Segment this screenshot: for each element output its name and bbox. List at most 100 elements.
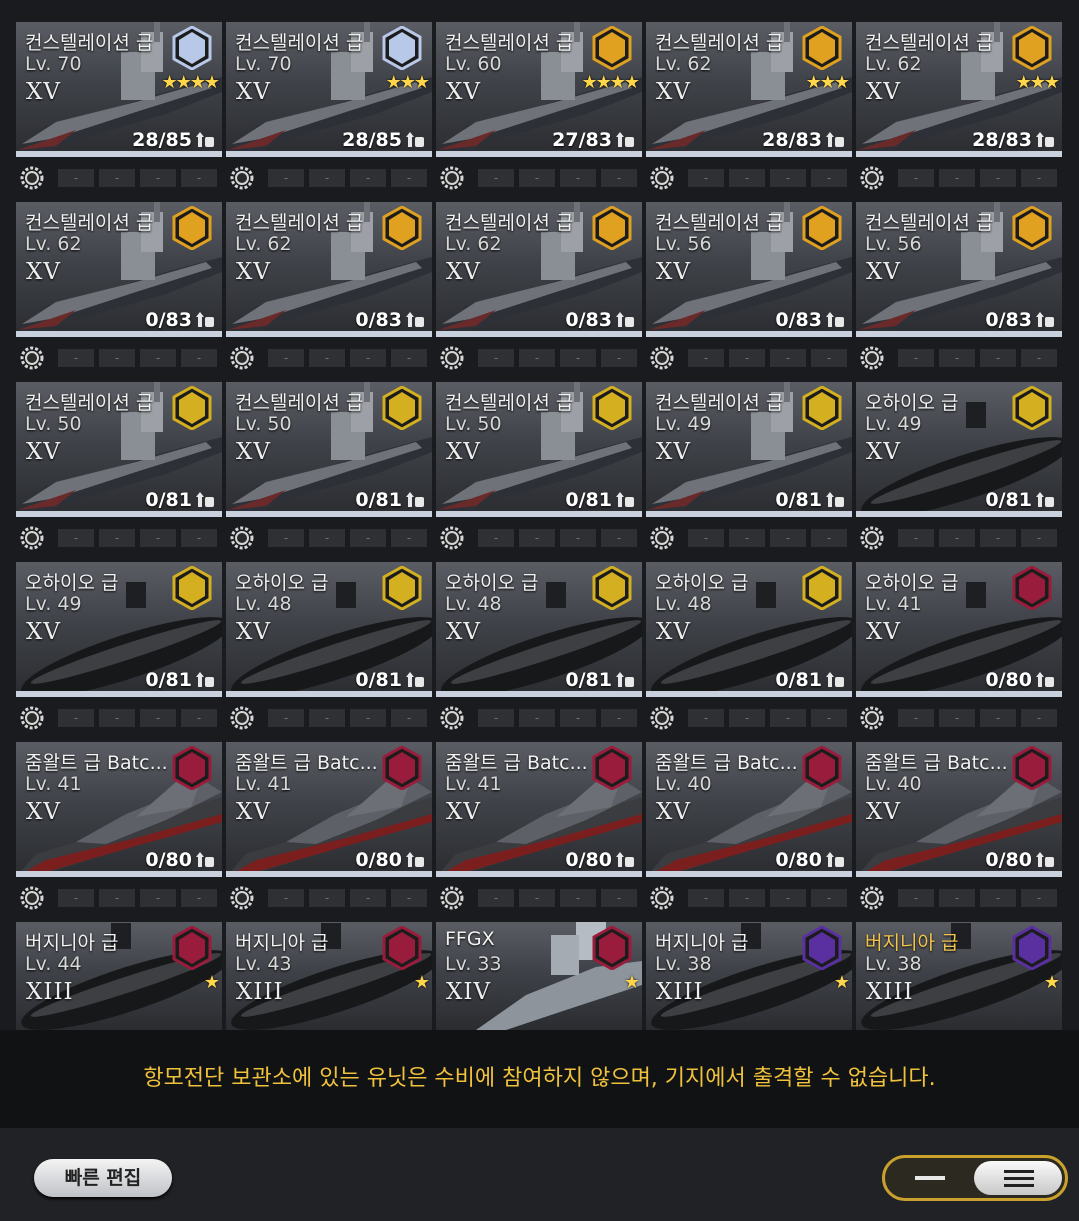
equipment-slot[interactable]: -	[58, 529, 94, 547]
equipment-slot[interactable]: -	[811, 169, 847, 187]
equipment-slot[interactable]: -	[478, 169, 514, 187]
equipment-slot[interactable]: -	[309, 889, 345, 907]
equipment-slot[interactable]: -	[268, 529, 304, 547]
equipment-slot[interactable]: -	[350, 529, 386, 547]
equipment-slot[interactable]: -	[58, 709, 94, 727]
unit-card[interactable]: 줌왈트 급 Batc... Lv. 41 XV 0/80	[16, 742, 222, 877]
equipment-slot[interactable]: -	[350, 349, 386, 367]
gear-icon[interactable]	[439, 525, 465, 551]
equipment-slot[interactable]: -	[601, 529, 637, 547]
equipment-slot[interactable]: -	[898, 169, 934, 187]
single-view-icon[interactable]	[915, 1176, 945, 1180]
gear-icon[interactable]	[229, 165, 255, 191]
equipment-slot[interactable]: -	[519, 529, 555, 547]
gear-icon[interactable]	[859, 165, 885, 191]
view-toggle[interactable]	[882, 1155, 1068, 1201]
gear-icon[interactable]	[19, 165, 45, 191]
unit-card[interactable]: 오하이오 급 Lv. 48 XV 0/81	[646, 562, 852, 697]
gear-icon[interactable]	[229, 705, 255, 731]
unit-card[interactable]: 컨스텔레이션 급 Lv. 60 XV ★★★★ 27/83	[436, 22, 642, 157]
equipment-slot[interactable]: -	[140, 889, 176, 907]
gear-icon[interactable]	[439, 345, 465, 371]
unit-card[interactable]: 컨스텔레이션 급 Lv. 62 XV ★★★ 28/83	[646, 22, 852, 157]
equipment-slot[interactable]: -	[560, 529, 596, 547]
equipment-slot[interactable]: -	[181, 529, 217, 547]
unit-card[interactable]: 줌왈트 급 Batc... Lv. 41 XV 0/80	[226, 742, 432, 877]
equipment-slot[interactable]: -	[729, 709, 765, 727]
unit-card[interactable]: 오하이오 급 Lv. 48 XV 0/81	[436, 562, 642, 697]
unit-card[interactable]: 컨스텔레이션 급 Lv. 70 XV ★★★★ 28/85	[16, 22, 222, 157]
equipment-slot[interactable]: -	[99, 709, 135, 727]
equipment-slot[interactable]: -	[770, 529, 806, 547]
equipment-slot[interactable]: -	[601, 349, 637, 367]
equipment-slot[interactable]: -	[811, 529, 847, 547]
gear-icon[interactable]	[859, 705, 885, 731]
equipment-slot[interactable]: -	[729, 889, 765, 907]
unit-card[interactable]: 버지니아 급 Lv. 44 XIII ★	[16, 922, 222, 1030]
equipment-slot[interactable]: -	[478, 529, 514, 547]
equipment-slot[interactable]: -	[350, 709, 386, 727]
gear-icon[interactable]	[859, 885, 885, 911]
unit-card[interactable]: 버지니아 급 Lv. 38 XIII ★	[856, 922, 1062, 1030]
gear-icon[interactable]	[229, 885, 255, 911]
unit-card[interactable]: 오하이오 급 Lv. 41 XV 0/80	[856, 562, 1062, 697]
equipment-slot[interactable]: -	[939, 169, 975, 187]
equipment-slot[interactable]: -	[181, 349, 217, 367]
equipment-slot[interactable]: -	[391, 169, 427, 187]
equipment-slot[interactable]: -	[811, 709, 847, 727]
equipment-slot[interactable]: -	[58, 169, 94, 187]
equipment-slot[interactable]: -	[939, 349, 975, 367]
equipment-slot[interactable]: -	[1021, 889, 1057, 907]
equipment-slot[interactable]: -	[181, 709, 217, 727]
equipment-slot[interactable]: -	[58, 889, 94, 907]
equipment-slot[interactable]: -	[478, 349, 514, 367]
equipment-slot[interactable]: -	[811, 889, 847, 907]
equipment-slot[interactable]: -	[898, 889, 934, 907]
equipment-slot[interactable]: -	[770, 169, 806, 187]
equipment-slot[interactable]: -	[519, 169, 555, 187]
equipment-slot[interactable]: -	[688, 709, 724, 727]
equipment-slot[interactable]: -	[350, 889, 386, 907]
equipment-slot[interactable]: -	[560, 709, 596, 727]
equipment-slot[interactable]: -	[729, 169, 765, 187]
unit-card[interactable]: 컨스텔레이션 급 Lv. 49 XV 0/81	[646, 382, 852, 517]
gear-icon[interactable]	[439, 885, 465, 911]
gear-icon[interactable]	[859, 345, 885, 371]
equipment-slot[interactable]: -	[181, 889, 217, 907]
gear-icon[interactable]	[19, 345, 45, 371]
equipment-slot[interactable]: -	[898, 709, 934, 727]
equipment-slot[interactable]: -	[770, 709, 806, 727]
equipment-slot[interactable]: -	[729, 349, 765, 367]
unit-card[interactable]: 컨스텔레이션 급 Lv. 50 XV 0/81	[16, 382, 222, 517]
unit-card[interactable]: 컨스텔레이션 급 Lv. 50 XV 0/81	[436, 382, 642, 517]
gear-icon[interactable]	[859, 525, 885, 551]
gear-icon[interactable]	[439, 705, 465, 731]
equipment-slot[interactable]: -	[309, 169, 345, 187]
equipment-slot[interactable]: -	[1021, 169, 1057, 187]
equipment-slot[interactable]: -	[391, 349, 427, 367]
equipment-slot[interactable]: -	[478, 889, 514, 907]
equipment-slot[interactable]: -	[519, 889, 555, 907]
equipment-slot[interactable]: -	[309, 349, 345, 367]
unit-card[interactable]: 오하이오 급 Lv. 49 XV 0/81	[856, 382, 1062, 517]
equipment-slot[interactable]: -	[391, 889, 427, 907]
unit-card[interactable]: 컨스텔레이션 급 Lv. 50 XV 0/81	[226, 382, 432, 517]
unit-card[interactable]: 컨스텔레이션 급 Lv. 56 XV 0/83	[856, 202, 1062, 337]
equipment-slot[interactable]: -	[770, 889, 806, 907]
unit-card[interactable]: 줌왈트 급 Batc... Lv. 40 XV 0/80	[856, 742, 1062, 877]
list-view-icon[interactable]	[974, 1161, 1062, 1195]
equipment-slot[interactable]: -	[519, 709, 555, 727]
equipment-slot[interactable]: -	[601, 169, 637, 187]
equipment-slot[interactable]: -	[688, 349, 724, 367]
equipment-slot[interactable]: -	[811, 349, 847, 367]
equipment-slot[interactable]: -	[350, 169, 386, 187]
gear-icon[interactable]	[649, 525, 675, 551]
equipment-slot[interactable]: -	[560, 349, 596, 367]
gear-icon[interactable]	[19, 885, 45, 911]
equipment-slot[interactable]: -	[898, 529, 934, 547]
unit-card[interactable]: 버지니아 급 Lv. 38 XIII ★	[646, 922, 852, 1030]
equipment-slot[interactable]: -	[601, 889, 637, 907]
gear-icon[interactable]	[649, 885, 675, 911]
equipment-slot[interactable]: -	[980, 169, 1016, 187]
unit-card[interactable]: 컨스텔레이션 급 Lv. 62 XV 0/83	[16, 202, 222, 337]
